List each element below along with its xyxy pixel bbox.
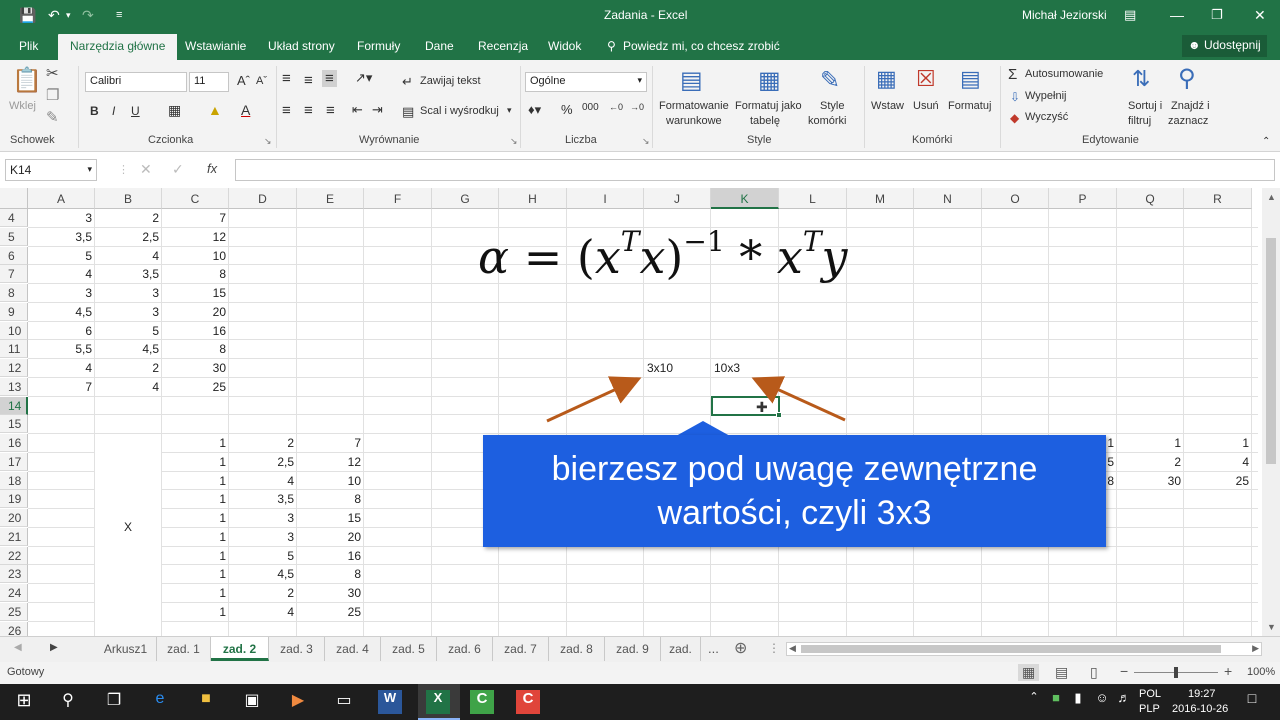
page-break-view-icon[interactable]: ▯ <box>1090 664 1098 681</box>
zoom-in-icon[interactable]: + <box>1224 663 1232 679</box>
callout-pointer <box>676 421 730 436</box>
clock-date[interactable]: 2016-10-26 <box>1172 703 1228 715</box>
store-icon[interactable]: ▣ <box>240 690 264 714</box>
callout-line-2: wartości, czyli 3x3 <box>657 494 932 532</box>
battery-icon[interactable]: ▮ <box>1066 690 1090 714</box>
document-icon[interactable]: ▭ <box>332 690 356 714</box>
horizontal-scroll-thumb[interactable] <box>801 645 1221 653</box>
camtasia-icon[interactable]: C <box>470 690 494 714</box>
language-label[interactable]: POL <box>1139 688 1161 700</box>
file-explorer-icon[interactable]: ■ <box>194 690 218 714</box>
edge-icon[interactable]: e <box>148 690 172 714</box>
keyboard-layout-label[interactable]: PLP <box>1139 703 1160 715</box>
sheet-tab[interactable]: zad. 4 <box>325 637 381 661</box>
media-player-icon[interactable]: ▶ <box>286 690 310 714</box>
zoom-level[interactable]: 100% <box>1247 666 1275 678</box>
recorder-icon[interactable]: C <box>516 690 540 714</box>
normal-view-icon[interactable]: ▦ <box>1018 664 1040 681</box>
volume-icon[interactable]: ♬ <box>1112 690 1136 714</box>
hscroll-right-icon[interactable]: ▶ <box>1252 643 1259 654</box>
page-layout-view-icon[interactable]: ▤ <box>1055 664 1068 681</box>
zoom-out-icon[interactable]: − <box>1120 663 1128 679</box>
tab-scroll-left-icon[interactable]: ◀ <box>14 642 22 653</box>
sheet-tab[interactable]: zad. 5 <box>381 637 437 661</box>
sheet-tab[interactable]: zad. 3 <box>269 637 325 661</box>
excel-icon[interactable]: X <box>426 690 450 714</box>
tray-app-icon[interactable]: ■ <box>1044 690 1068 714</box>
sheet-tab[interactable]: zad. 9 <box>605 637 661 661</box>
start-windows-icon[interactable]: ⊞ <box>12 690 36 714</box>
status-ready: Gotowy <box>7 666 45 678</box>
sheet-tab[interactable]: zad. 2 <box>211 637 269 661</box>
hscroll-left-icon[interactable]: ◀ <box>789 643 796 654</box>
more-tabs-label[interactable]: ... <box>708 641 719 656</box>
zoom-slider-thumb[interactable] <box>1174 667 1178 678</box>
sheet-tab[interactable]: zad. 1 <box>157 637 211 661</box>
sheet-tabs-bar: ◀ ▶ Arkusz1 zad. 1 zad. 2 zad. 3 zad. 4 zad. … <box>0 636 1280 662</box>
task-view-icon[interactable]: ❐ <box>102 690 126 714</box>
sheet-tab[interactable]: zad. 7 <box>493 637 549 661</box>
tray-expand-icon[interactable]: ⌃ <box>1022 690 1046 714</box>
windows-taskbar: ⊞ ⚲ ❐ e ■ ▣ ▶ ▭ W X C C ⌃ ■ ▮ ☺ ♬ POL PL… <box>0 684 1280 720</box>
word-icon[interactable]: W <box>378 690 402 714</box>
callout-line-1: bierzesz pod uwagę zewnętrzne <box>551 450 1038 488</box>
search-icon[interactable]: ⚲ <box>56 690 80 714</box>
callout-box: bierzesz pod uwagę zewnętrzne wartości, … <box>483 435 1106 547</box>
sheet-tab[interactable]: Arkusz1 <box>95 637 157 661</box>
tab-scroll-right-icon[interactable]: ▶ <box>50 642 58 653</box>
clock-time[interactable]: 19:27 <box>1188 688 1216 700</box>
notifications-icon[interactable]: □ <box>1240 690 1264 714</box>
annotation-arrows <box>546 376 846 436</box>
sheet-tab[interactable]: zad. <box>661 637 701 661</box>
sheet-tab[interactable]: zad. 8 <box>549 637 605 661</box>
sheet-tab[interactable]: zad. 6 <box>437 637 493 661</box>
arrow-left <box>546 376 642 423</box>
horizontal-scrollbar[interactable]: ◀ ▶ <box>786 642 1262 656</box>
new-sheet-icon[interactable]: ⊕ <box>734 638 747 658</box>
wifi-icon[interactable]: ☺ <box>1090 690 1114 714</box>
arrow-right <box>751 376 846 422</box>
tab-splitter-icon[interactable]: ⋮ <box>768 641 780 655</box>
status-bar: Gotowy ▦ ▤ ▯ − + 100% <box>0 662 1280 684</box>
